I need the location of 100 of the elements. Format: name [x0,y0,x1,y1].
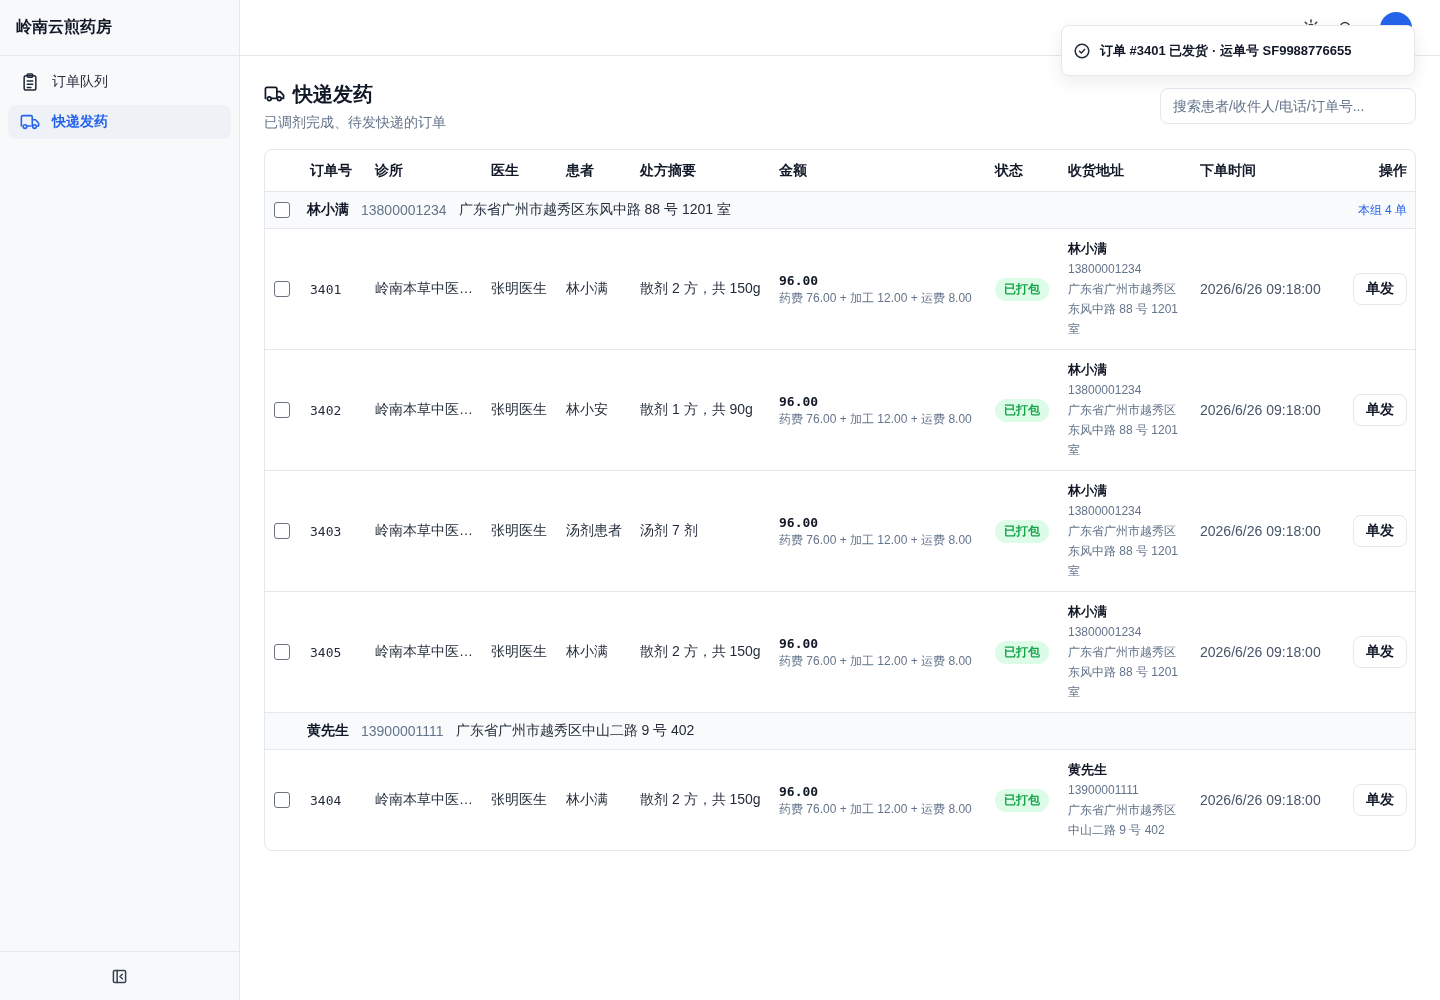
order-number: 3405 [310,644,342,660]
recipient-address: 广东省广州市越秀区东风中路 88 号 1201 室 [458,201,731,219]
amount-breakdown: 药费 76.00 + 加工 12.00 + 运费 8.00 [779,531,972,549]
column-header: 患者 [564,161,595,180]
recipient-phone: 13800001234 [1068,624,1142,641]
recipient-name: 林小满 [1068,603,1107,621]
group-checkbox[interactable] [274,202,290,218]
patient-name: 林小满 [566,280,608,298]
column-header: 收货地址 [1067,161,1125,180]
doctor-name: 张明医生 [491,280,547,298]
recipient-phone: 13800001234 [1068,382,1142,399]
doctor-name: 张明医生 [491,643,547,661]
prescription-summary: 散剂 2 方，共 150g [640,791,761,809]
column-header: 状态 [993,161,1024,180]
doctor-name: 张明医生 [491,791,547,809]
clinic-name: 岭南本草中医… [375,280,473,298]
patient-name: 林小满 [566,643,608,661]
truck-icon [20,113,40,131]
row-checkbox[interactable] [274,792,290,808]
recipient-phone: 13800001234 [361,202,447,218]
order-amount: 96.00 [779,392,819,411]
order-time: 2026/6/26 09:18:00 [1200,523,1321,539]
recipient-name: 林小满 [1068,482,1107,500]
ship-button[interactable]: 单发 [1353,784,1407,816]
column-header: 医生 [490,161,520,180]
row-checkbox[interactable] [274,644,290,660]
amount-breakdown: 药费 76.00 + 加工 12.00 + 运费 8.00 [779,800,972,818]
page-subtitle: 已调剂完成、待发快递的订单 [264,113,446,132]
row-checkbox[interactable] [274,523,290,539]
status-badge: 已打包 [995,640,1049,664]
patient-name: 汤剂患者 [566,522,622,540]
prescription-summary: 散剂 1 方，共 90g [640,401,753,419]
clinic-name: 岭南本草中医… [375,791,473,809]
recipient-name: 黄先生 [306,722,349,740]
order-time: 2026/6/26 09:18:00 [1200,281,1321,297]
status-badge: 已打包 [995,519,1049,543]
amount-breakdown: 药费 76.00 + 加工 12.00 + 运费 8.00 [779,652,972,670]
amount-breakdown: 药费 76.00 + 加工 12.00 + 运费 8.00 [779,289,972,307]
order-amount: 96.00 [779,513,819,532]
column-header: 下单时间 [1199,161,1257,180]
column-header: 金额 [778,161,808,180]
recipient-address: 广东省广州市越秀区东风中路 88 号 1201 室 [1068,644,1180,701]
prescription-summary: 散剂 2 方，共 150g [640,280,761,298]
order-amount: 96.00 [779,271,819,290]
ship-button[interactable]: 单发 [1353,636,1407,668]
clinic-name: 岭南本草中医… [375,643,473,661]
recipient-address: 广东省广州市越秀区中山二路 9 号 402 [455,722,695,740]
recipient-phone: 13800001234 [1068,503,1142,520]
recipient-phone: 13900001111 [361,723,444,739]
order-number: 3402 [310,402,342,418]
status-badge: 已打包 [995,277,1049,301]
recipient-address: 广东省广州市越秀区东风中路 88 号 1201 室 [1068,281,1180,338]
order-time: 2026/6/26 09:18:00 [1200,402,1321,418]
prescription-summary: 汤剂 7 剂 [640,522,698,540]
clinic-name: 岭南本草中医… [375,522,473,540]
amount-breakdown: 药费 76.00 + 加工 12.00 + 运费 8.00 [779,410,972,428]
ship-button[interactable]: 单发 [1353,273,1407,305]
patient-name: 林小满 [566,791,608,809]
recipient-address: 广东省广州市越秀区中山二路 9 号 402 [1068,802,1177,839]
row-checkbox[interactable] [274,402,290,418]
column-header: 处方摘要 [639,161,697,180]
check-circle-icon [1074,42,1090,59]
recipient-name: 黄先生 [1068,761,1107,779]
prescription-summary: 散剂 2 方，共 150g [640,643,761,661]
recipient-address: 广东省广州市越秀区东风中路 88 号 1201 室 [1068,523,1180,580]
status-badge: 已打包 [995,788,1049,812]
sidebar-item[interactable]: 订单队列 [8,65,231,99]
recipient-address: 广东省广州市越秀区东风中路 88 号 1201 室 [1068,402,1180,459]
order-time: 2026/6/26 09:18:00 [1200,792,1321,808]
sidebar-item[interactable]: 快递发药 [8,105,231,139]
ship-button[interactable]: 单发 [1353,394,1407,426]
group-count: 本组 4 单 [1357,201,1407,219]
column-header: 操作 [1378,161,1408,180]
doctor-name: 张明医生 [491,522,547,540]
recipient-phone: 13900001111 [1068,782,1139,799]
order-amount: 96.00 [779,634,819,653]
status-badge: 已打包 [995,398,1049,422]
ship-button[interactable]: 单发 [1353,515,1407,547]
truck-icon [264,85,285,103]
order-amount: 96.00 [779,782,819,801]
app-title: 岭南云煎药房 [16,17,112,37]
order-number: 3403 [310,523,342,539]
clinic-name: 岭南本草中医… [375,401,473,419]
column-header: 订单号 [308,161,353,180]
column-header: 诊所 [373,161,404,180]
patient-name: 林小安 [566,401,608,419]
recipient-name: 林小满 [1068,240,1107,258]
order-number: 3401 [310,281,342,297]
toast-message: 订单 #3401 已发货 · 运单号 SF9988776655 [1100,41,1352,60]
doctor-name: 张明医生 [491,401,547,419]
search-field[interactable]: 搜索患者/收件人/电话/订单号... [1160,88,1416,124]
order-number: 3404 [310,792,342,808]
recipient-name: 林小满 [306,201,349,219]
order-time: 2026/6/26 09:18:00 [1200,644,1321,660]
clipboard-icon [20,73,40,91]
row-checkbox[interactable] [274,281,290,297]
recipient-phone: 13800001234 [1068,261,1142,278]
recipient-name: 林小满 [1068,361,1107,379]
sidebar-collapse-icon[interactable] [112,968,127,984]
page-title: 快递发药 [293,82,373,107]
